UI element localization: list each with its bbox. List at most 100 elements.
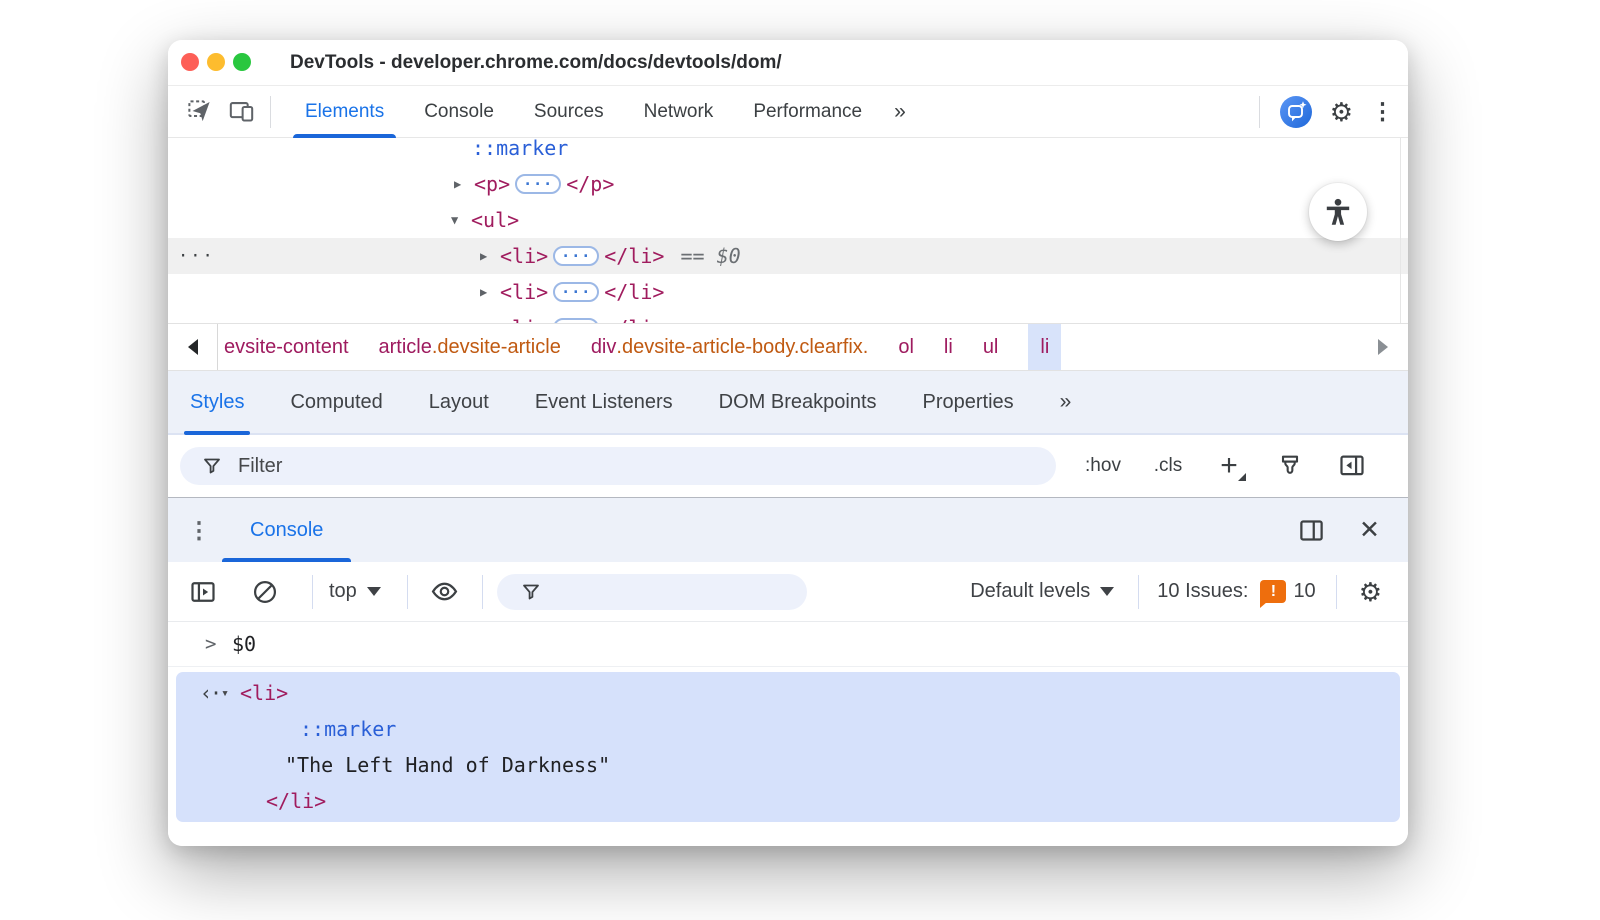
styles-filter-input[interactable] <box>238 454 836 478</box>
main-toolbar: Elements Console Sources Network Perform… <box>168 86 1408 138</box>
p-close-tag: </p> <box>566 172 615 196</box>
zoom-window-button[interactable] <box>233 53 251 71</box>
result-line-open[interactable]: ‹· ▾ <li> <box>176 675 1400 711</box>
breadcrumb-item[interactable]: ul <box>983 324 999 370</box>
breadcrumb-classes: .devsite-article-body.clearfix. <box>616 335 869 358</box>
result-marker-pseudo: ::marker <box>300 717 397 741</box>
row-overlay-dots-icon[interactable]: ··· <box>178 246 215 266</box>
marker-pseudo-element[interactable]: ::marker <box>472 138 568 160</box>
toolbar-right-controls: ⚙ ⋮ <box>1257 95 1394 128</box>
clear-console-icon[interactable] <box>250 577 280 607</box>
toolbar-divider <box>312 574 313 609</box>
console-filter-input[interactable] <box>554 580 785 603</box>
li-open-tag: <li> <box>500 280 549 304</box>
p-open-tag: <p> <box>474 172 511 196</box>
breadcrumb-item[interactable]: ol <box>898 324 914 370</box>
breadcrumb-item[interactable]: evsite-content <box>224 324 349 370</box>
more-tabs-icon[interactable]: » <box>1060 371 1072 433</box>
console-settings-gear-icon[interactable]: ⚙ <box>1359 579 1382 605</box>
chevron-down-icon <box>1100 587 1115 596</box>
drawer-menu-kebab-icon[interactable]: ⋮ <box>182 498 216 562</box>
styles-toolbar: :hov .cls + <box>168 435 1408 497</box>
console-result-highlighted[interactable]: ‹· ▾ <li> ::marker "The Left Hand of Darkn… <box>176 672 1400 822</box>
tab-network[interactable]: Network <box>624 86 734 138</box>
result-line-close[interactable]: </li> <box>176 783 1400 819</box>
breadcrumb-item-selected[interactable]: li <box>1028 324 1062 370</box>
tab-sources[interactable]: Sources <box>514 86 624 138</box>
breadcrumb-scroll-left-button[interactable] <box>168 324 218 370</box>
styles-filter-field[interactable] <box>180 447 1056 485</box>
collapsed-content-icon[interactable]: ··· <box>553 246 600 266</box>
settings-gear-icon[interactable]: ⚙ <box>1330 99 1353 125</box>
expand-arrow-icon[interactable]: ▶ <box>454 177 474 191</box>
breadcrumb-scroll-right-button[interactable] <box>1358 324 1408 370</box>
accessibility-floating-button[interactable] <box>1309 183 1367 241</box>
tab-elements[interactable]: Elements <box>285 86 404 138</box>
expand-arrow-icon[interactable]: ▶ <box>480 285 500 299</box>
tab-properties[interactable]: Properties <box>923 371 1014 433</box>
tab-dom-breakpoints[interactable]: DOM Breakpoints <box>719 371 877 433</box>
ai-assistance-icon[interactable] <box>1279 95 1312 128</box>
tab-styles[interactable]: Styles <box>183 371 251 435</box>
console-toolbar-right: Default levels 10 Issues: ! 10 ⚙ <box>970 574 1408 609</box>
element-classes-button[interactable]: .cls <box>1140 435 1196 497</box>
result-line-marker[interactable]: ::marker <box>176 711 1400 747</box>
collapse-arrow-icon[interactable]: ▾ <box>210 686 240 701</box>
tab-computed[interactable]: Computed <box>290 371 382 433</box>
return-value-arrow-icon: ‹· <box>200 681 222 705</box>
log-levels-selector[interactable]: Default levels <box>970 580 1090 603</box>
device-toolbar-icon[interactable] <box>226 97 256 127</box>
new-style-rule-button[interactable]: + <box>1206 435 1252 497</box>
more-tabs-icon[interactable]: » <box>882 100 918 124</box>
issues-count-value[interactable]: 10 <box>1293 580 1315 603</box>
close-drawer-icon[interactable]: ✕ <box>1359 515 1380 545</box>
breadcrumb-item[interactable]: article .devsite-article <box>379 324 561 370</box>
drawer-tab-console[interactable]: Console <box>221 498 352 562</box>
toolbar-divider <box>1335 574 1337 609</box>
chevron-down-icon <box>366 587 381 596</box>
show-console-sidebar-icon[interactable] <box>188 577 218 607</box>
tree-row-li[interactable]: ▶ <li> ··· </li> <box>168 274 1408 310</box>
breadcrumb-item[interactable]: div .devsite-article-body.clearfix. <box>591 324 869 370</box>
tree-row-li-selected[interactable]: ··· ▶ <li> ··· </li> == $0 <box>168 238 1408 274</box>
tree-row-ul[interactable]: ▼ <ul> <box>168 202 1408 238</box>
rendering-brush-icon[interactable] <box>1272 435 1308 497</box>
collapse-arrow-icon[interactable]: ▼ <box>451 213 471 227</box>
split-panel-icon[interactable] <box>1298 517 1325 544</box>
dollar-zero-annotation: $0 <box>716 244 741 268</box>
issues-badge-icon[interactable]: ! <box>1260 580 1287 608</box>
console-toolbar: top Default levels 10 Issues: ! 10 ⚙ <box>168 562 1408 622</box>
live-expression-eye-icon[interactable] <box>430 577 460 607</box>
expand-arrow-icon[interactable]: ▶ <box>480 249 500 263</box>
result-line-text[interactable]: "The Left Hand of Darkness" <box>176 747 1400 783</box>
toolbar-divider <box>1138 574 1140 609</box>
tab-console[interactable]: Console <box>404 86 514 138</box>
chevron-right-icon <box>1378 339 1388 355</box>
toggle-element-state-button[interactable]: :hov <box>1073 435 1133 497</box>
inspect-element-icon[interactable] <box>184 97 214 127</box>
toolbar-divider <box>1258 95 1260 128</box>
kebab-menu-icon[interactable]: ⋮ <box>1371 100 1394 123</box>
collapsed-content-icon[interactable]: ··· <box>515 174 562 194</box>
toolbar-divider <box>270 95 271 128</box>
context-selector[interactable]: top <box>329 580 357 603</box>
breadcrumb-item[interactable]: li <box>944 324 953 370</box>
breadcrumb-tag: article <box>378 335 432 358</box>
tab-layout[interactable]: Layout <box>429 371 489 433</box>
console-command-text: $0 <box>232 632 257 656</box>
toggle-sidebar-icon[interactable] <box>1334 435 1370 497</box>
tab-performance[interactable]: Performance <box>733 86 882 138</box>
tree-row-marker[interactable]: ::marker <box>168 138 1408 166</box>
close-window-button[interactable] <box>181 53 199 71</box>
collapsed-content-icon[interactable]: ··· <box>553 282 600 302</box>
breadcrumb: evsite-content article .devsite-article d… <box>218 324 1358 370</box>
minimize-window-button[interactable] <box>207 53 225 71</box>
accessibility-person-icon <box>1326 198 1350 225</box>
issues-count-label[interactable]: 10 Issues: <box>1157 580 1248 603</box>
tab-event-listeners[interactable]: Event Listeners <box>535 371 673 433</box>
tree-row-li-clipped[interactable]: ▶<li>···</li> <box>168 310 1408 323</box>
console-command-row[interactable]: > $0 <box>168 622 1408 667</box>
console-filter-field[interactable] <box>496 573 807 610</box>
li-close-tag: </li> <box>604 316 664 323</box>
tree-row-p[interactable]: ▶ <p> ··· </p> <box>168 166 1408 202</box>
